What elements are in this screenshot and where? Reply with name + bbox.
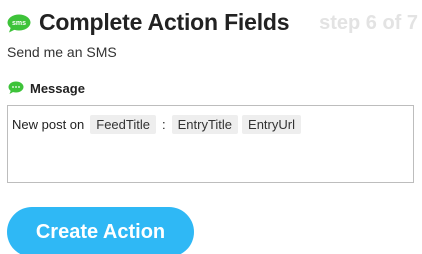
message-content: New post on FeedTitle : EntryTitle Entry… [12, 114, 301, 134]
create-action-button[interactable]: Create Action [7, 207, 194, 254]
sms-chat-icon: sms [7, 14, 31, 33]
page-header: sms Complete Action Fields step 6 of 7 [6, 8, 420, 40]
message-field-label: Message [30, 81, 85, 96]
ingredient-entry-url[interactable]: EntryUrl [242, 114, 301, 134]
ingredient-feed-title[interactable]: FeedTitle [90, 114, 156, 134]
message-input[interactable]: New post on FeedTitle : EntryTitle Entry… [7, 105, 414, 183]
sms-icon-text: sms [12, 20, 26, 27]
message-prefix-text: New post on [12, 116, 85, 132]
page-title: Complete Action Fields [39, 9, 290, 35]
action-description: Send me an SMS [7, 44, 117, 60]
message-separator-text: : [161, 116, 166, 132]
sms-chat-icon [8, 81, 24, 94]
step-indicator: step 6 of 7 [319, 12, 418, 34]
ingredient-entry-title[interactable]: EntryTitle [171, 114, 239, 134]
complete-action-fields-page: sms Complete Action Fields step 6 of 7 S… [0, 0, 422, 254]
